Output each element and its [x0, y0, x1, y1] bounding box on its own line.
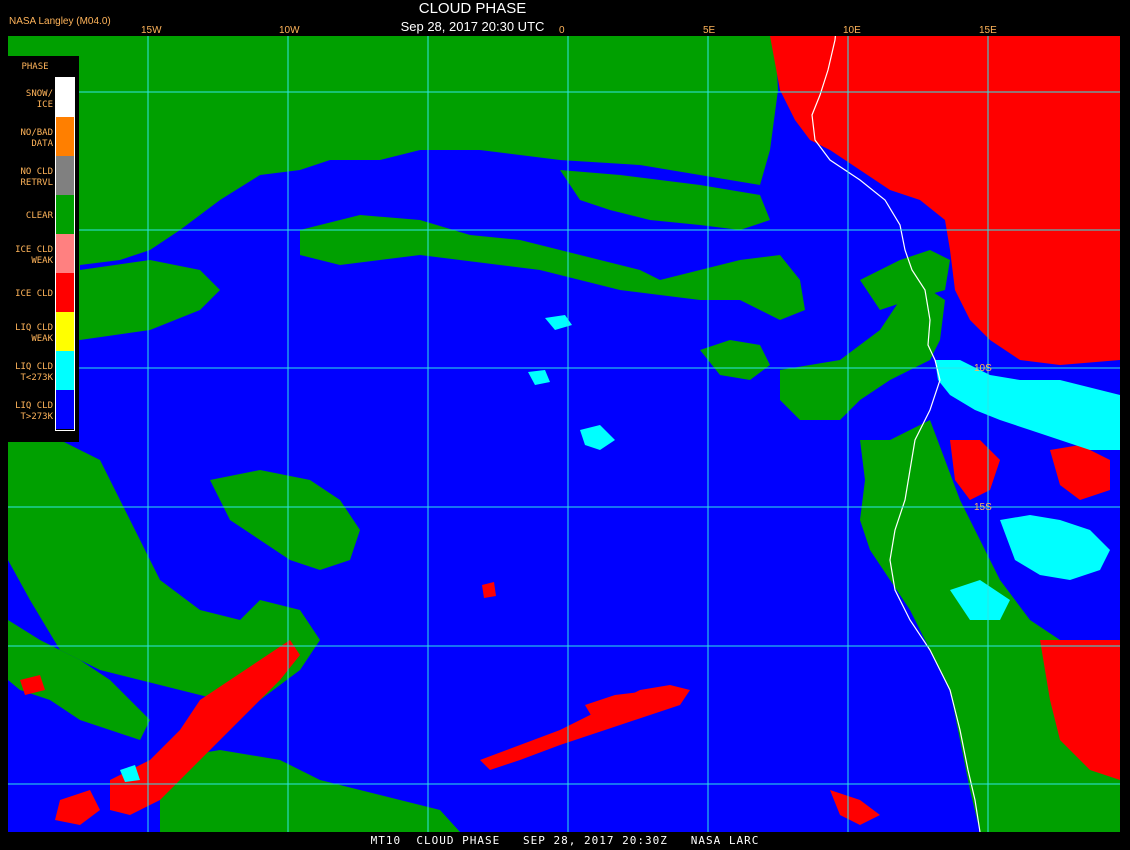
legend-swatch-liquid-cloud-weak — [56, 312, 74, 351]
lat-label-10s: 10S — [974, 363, 992, 374]
phase-legend: PHASE SNOW/ ICE NO/BAD DATA NO CLD RETRV… — [6, 56, 79, 442]
satellite-image-viewer: 15W 10W 0 5E 10E 15E 10S 15S CLOUD PHASE… — [0, 0, 1130, 850]
lat-label-15s: 15S — [974, 502, 992, 513]
legend-label-liquid-cloud-cold: LIQ CLD T<273K — [15, 362, 53, 383]
legend-label-no-cloud-retrieval: NO CLD RETRVL — [20, 167, 53, 188]
legend-swatch-ice-cloud — [56, 273, 74, 312]
lon-label-15e: 15E — [979, 25, 997, 36]
source-label: NASA Langley (M04.0) — [9, 16, 111, 27]
legend-heading: PHASE — [21, 62, 49, 72]
cloud-phase-map[interactable]: 15W 10W 0 5E 10E 15E 10S 15S — [0, 0, 1130, 850]
legend-label-ice-cloud: ICE CLD — [15, 289, 53, 299]
legend-swatch-ice-cloud-weak — [56, 234, 74, 273]
footer-caption: MT10 CLOUD PHASE SEP 28, 2017 20:30Z NAS… — [370, 834, 760, 847]
legend-swatch-no-bad-data — [56, 117, 74, 156]
legend-swatch-snow-ice — [56, 78, 74, 117]
legend-label-snow-ice: SNOW/ ICE — [25, 89, 53, 110]
legend-label-clear: CLEAR — [25, 211, 53, 221]
legend-label-liquid-cloud-weak: LIQ CLD WEAK — [15, 323, 53, 344]
legend-swatch-clear — [56, 195, 74, 234]
legend-label-ice-cloud-weak: ICE CLD WEAK — [15, 245, 53, 266]
legend-swatch-no-cloud-retrieval — [56, 156, 74, 195]
legend-label-liquid-cloud-warm: LIQ CLD T>273K — [15, 401, 53, 422]
legend-swatch-liquid-cloud-cold — [56, 351, 74, 390]
legend-label-no-bad-data: NO/BAD DATA — [20, 128, 53, 149]
legend-swatch-liquid-cloud-warm — [56, 390, 74, 429]
page-title: CLOUD PHASE — [418, 0, 527, 17]
image-timestamp: Sep 28, 2017 20:30 UTC — [400, 19, 545, 34]
